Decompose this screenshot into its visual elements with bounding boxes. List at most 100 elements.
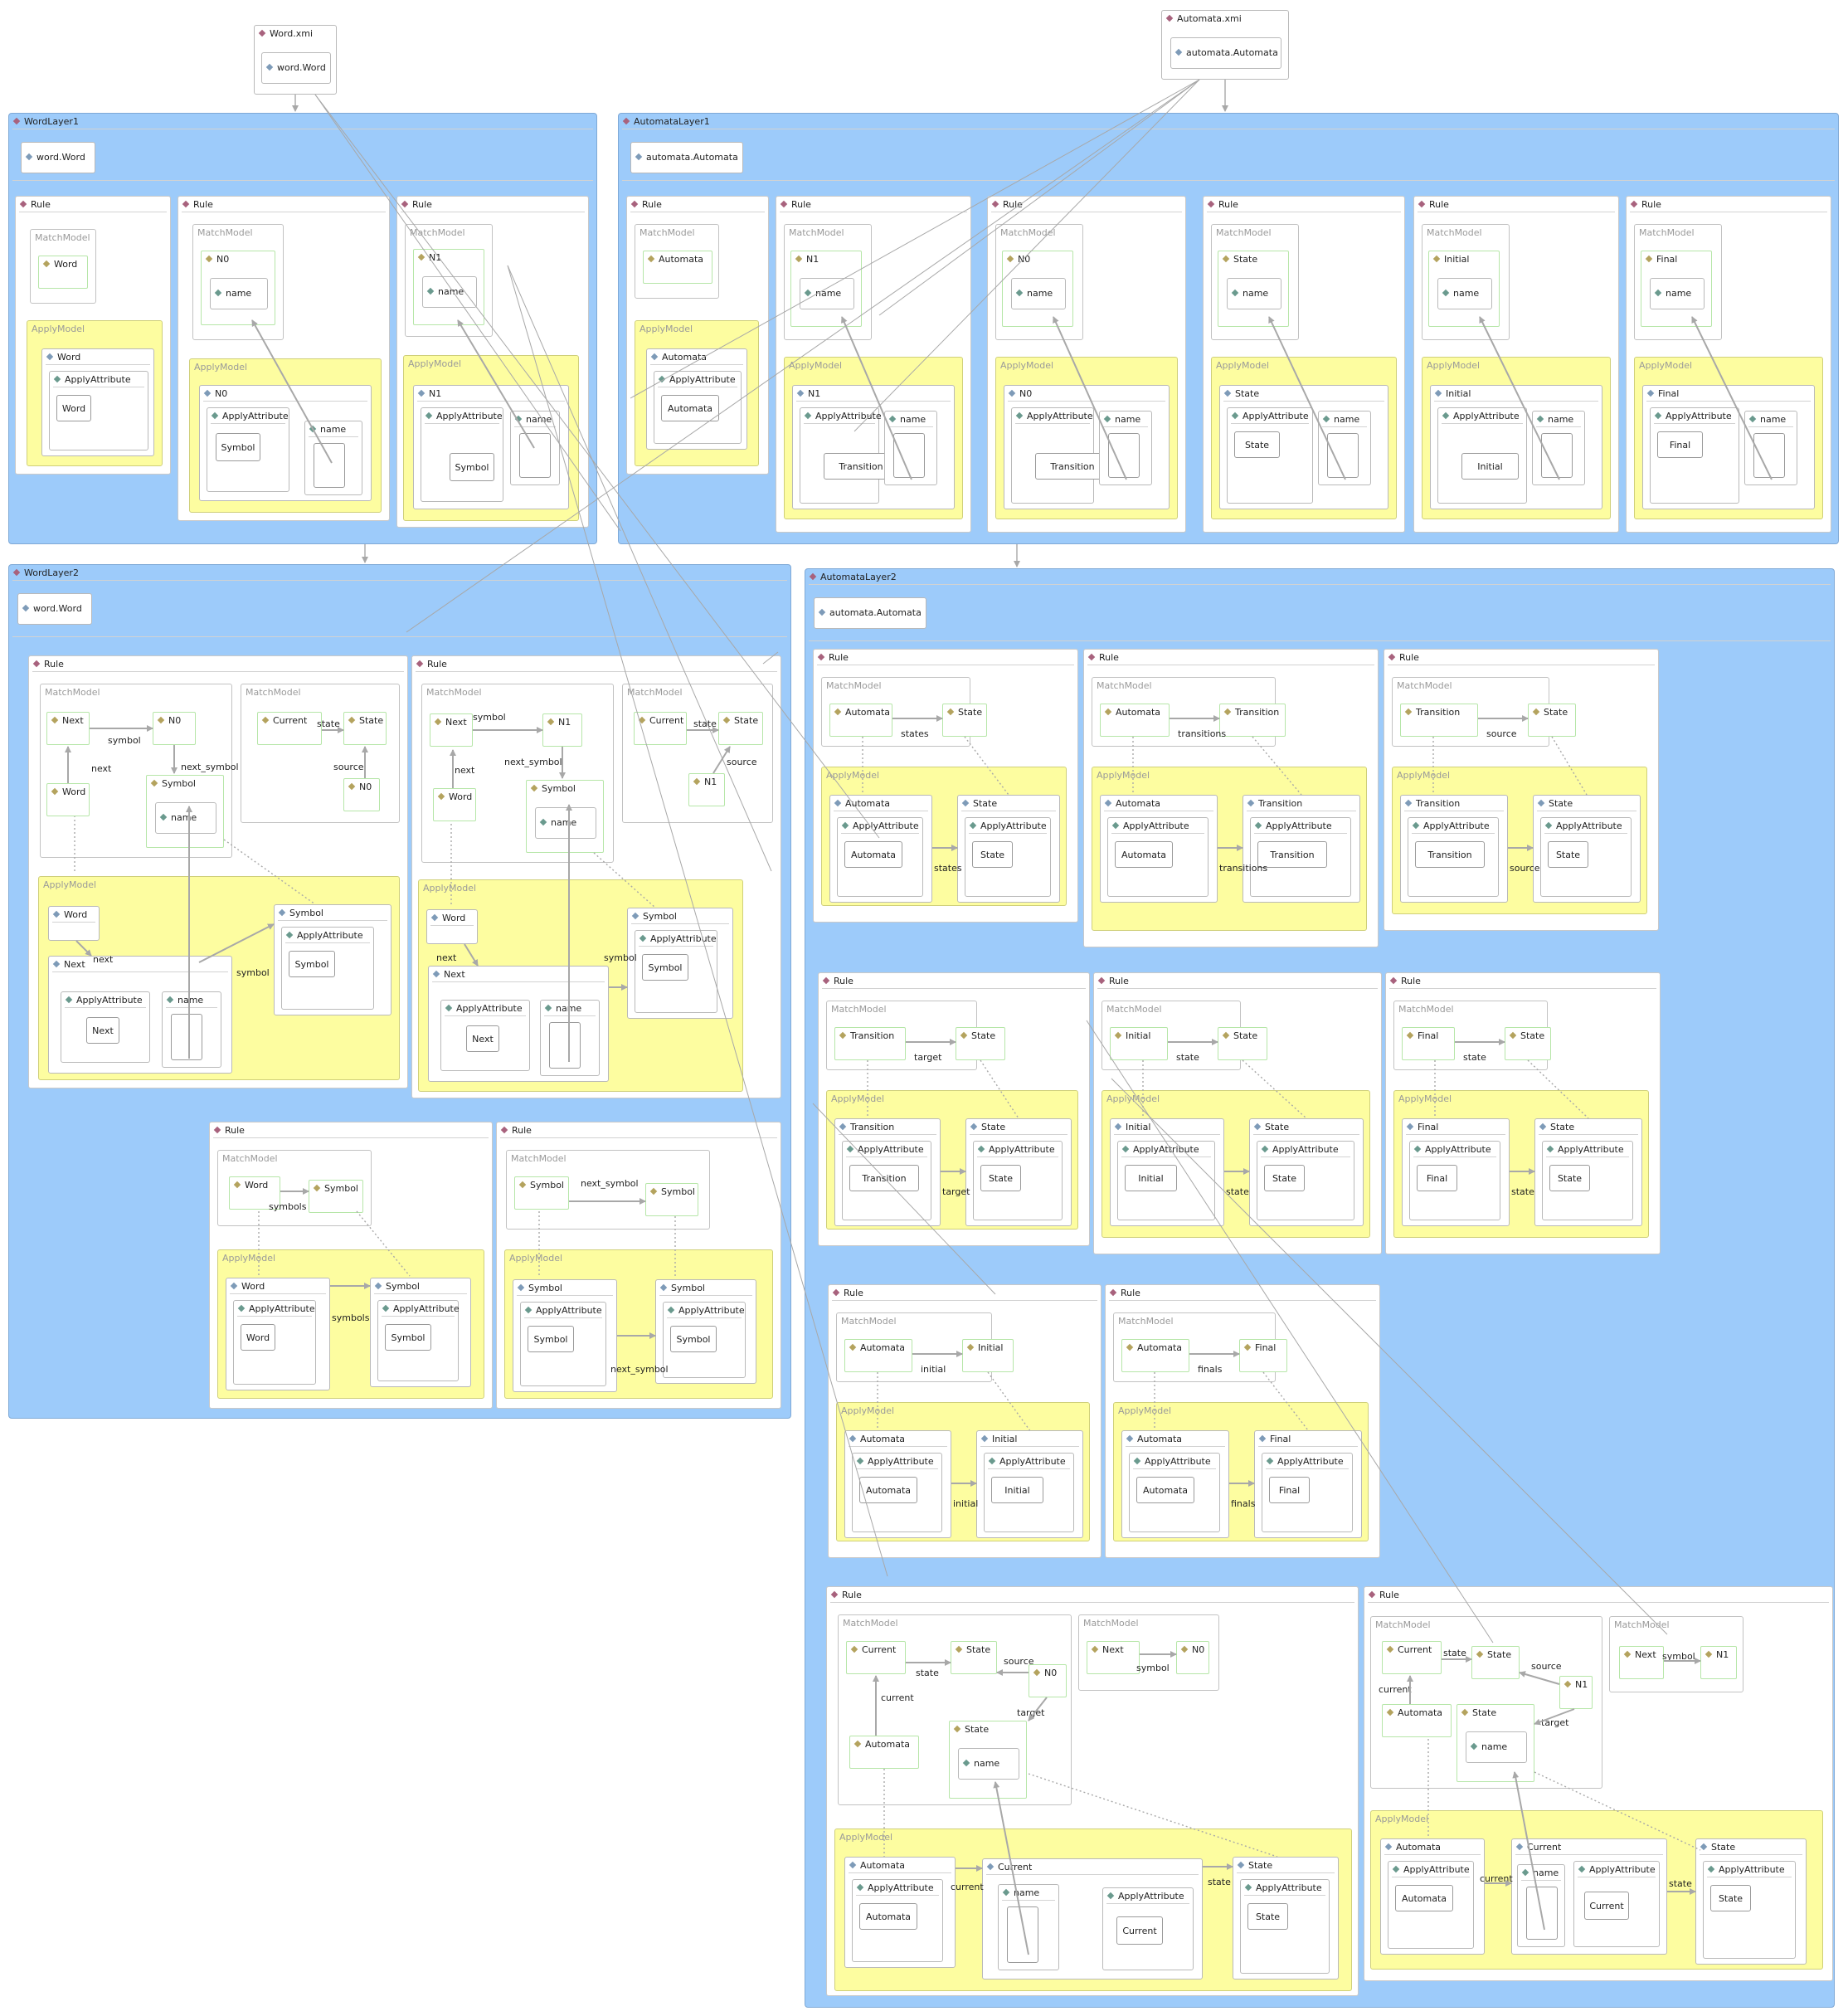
name-value-slot[interactable] <box>171 1014 202 1060</box>
match-node[interactable]: Current <box>257 712 322 745</box>
apply-attribute[interactable]: ApplyAttribute Transition <box>1011 407 1110 504</box>
apply-object[interactable]: State ApplyAttribute State name <box>1219 385 1388 509</box>
apply-attribute[interactable]: ApplyAttribute Final <box>1650 407 1739 504</box>
attribute-value[interactable]: Symbol <box>528 1326 574 1352</box>
attribute-value[interactable]: State <box>1548 841 1588 868</box>
match-node[interactable]: Transition <box>1219 704 1286 737</box>
attribute-value[interactable]: State <box>972 841 1013 868</box>
apply-attribute[interactable]: ApplyAttribute Transition <box>800 407 898 504</box>
name-attribute[interactable]: name <box>1318 411 1371 485</box>
apply-attribute[interactable]: ApplyAttribute Word <box>49 371 148 450</box>
match-node[interactable]: Symbol <box>309 1180 363 1213</box>
apply-object[interactable]: State ApplyAttribute State <box>1249 1118 1364 1226</box>
name-value-slot[interactable] <box>1526 1887 1558 1940</box>
name-feature[interactable]: name <box>1437 278 1492 309</box>
apply-object[interactable]: State ApplyAttribute State <box>1233 1857 1339 1979</box>
apply-attribute[interactable]: ApplyAttribute Symbol <box>663 1302 746 1378</box>
name-attribute[interactable]: name <box>162 991 221 1068</box>
match-node[interactable]: Final name <box>1641 251 1712 327</box>
match-node[interactable]: N0 <box>153 712 196 745</box>
match-node[interactable]: Transition <box>834 1027 906 1060</box>
word-model-box[interactable]: Word.xmi word.Word <box>254 25 337 95</box>
apply-attribute[interactable]: ApplyAttribute Final <box>1262 1453 1353 1532</box>
attribute-value[interactable]: Initial <box>991 1477 1043 1503</box>
apply-object[interactable]: N1 ApplyAttribute Transition name <box>792 385 955 509</box>
name-value-slot[interactable] <box>549 1022 581 1069</box>
attribute-value[interactable]: Next <box>466 1025 499 1052</box>
apply-attribute[interactable]: ApplyAttribute State <box>1227 407 1313 504</box>
match-node[interactable]: State <box>951 1641 997 1674</box>
apply-attribute[interactable]: ApplyAttribute Next <box>440 1000 530 1071</box>
match-node[interactable]: N0 <box>1029 1664 1067 1697</box>
apply-object[interactable]: Automata ApplyAttribute Automata <box>829 795 932 903</box>
apply-object[interactable]: Next ApplyAttribute Next name <box>48 956 232 1074</box>
apply-object[interactable]: Automata ApplyAttribute Automata <box>844 1857 956 1968</box>
apply-object[interactable]: Symbol ApplyAttribute Symbol <box>513 1279 617 1392</box>
match-node[interactable]: Next <box>46 712 90 745</box>
match-node[interactable]: Initial <box>962 1339 1014 1372</box>
apply-attribute[interactable]: ApplyAttribute Symbol <box>421 407 503 502</box>
apply-object[interactable]: Automata ApplyAttribute Automata <box>1121 1430 1229 1538</box>
match-node[interactable]: N0 <box>1176 1641 1209 1674</box>
name-value-slot[interactable] <box>1007 1906 1038 1963</box>
apply-attribute[interactable]: ApplyAttribute State <box>1257 1141 1354 1220</box>
attribute-value[interactable]: Symbol <box>289 951 335 977</box>
name-feature[interactable]: name <box>422 276 477 308</box>
apply-attribute[interactable]: ApplyAttribute Current <box>1102 1887 1194 1970</box>
name-value-slot[interactable] <box>1108 433 1140 478</box>
apply-attribute[interactable]: ApplyAttribute State <box>1542 1141 1633 1220</box>
match-node[interactable]: Automata <box>643 251 712 284</box>
name-attribute[interactable]: name <box>304 421 362 495</box>
apply-object[interactable]: N1 ApplyAttribute Symbol name <box>413 385 569 509</box>
match-node[interactable]: Symbol <box>514 1176 569 1210</box>
apply-object[interactable]: State ApplyAttribute State <box>1533 795 1641 903</box>
name-value-slot[interactable] <box>1541 433 1573 478</box>
match-node[interactable]: Initial <box>1110 1027 1168 1060</box>
apply-object[interactable]: Symbol ApplyAttribute Symbol <box>370 1278 471 1387</box>
attribute-value[interactable]: Word <box>241 1324 275 1351</box>
match-node[interactable]: N0 name <box>1002 251 1073 327</box>
apply-attribute[interactable]: ApplyAttribute Automata <box>1129 1453 1220 1532</box>
match-node[interactable]: N1 name <box>413 249 484 325</box>
attribute-value[interactable]: State <box>980 1165 1021 1191</box>
match-node[interactable]: Automata <box>1382 1704 1452 1737</box>
match-node[interactable]: Symbol <box>645 1183 698 1216</box>
apply-attribute[interactable]: ApplyAttribute State <box>1540 817 1632 897</box>
apply-object[interactable]: Transition ApplyAttribute Transition <box>834 1118 941 1226</box>
name-feature[interactable]: name <box>210 278 268 309</box>
name-feature[interactable]: name <box>800 278 854 309</box>
apply-object[interactable]: Symbol ApplyAttribute Symbol <box>274 904 391 1015</box>
match-node[interactable]: N0 <box>343 778 380 811</box>
apply-object[interactable]: Automata ApplyAttribute Automata <box>844 1430 951 1538</box>
attribute-value[interactable]: Word <box>56 395 91 421</box>
apply-attribute[interactable]: ApplyAttribute Transition <box>1250 817 1351 897</box>
name-value-slot[interactable] <box>1327 433 1359 478</box>
match-node[interactable]: Next <box>1619 1646 1664 1679</box>
automata-root-object[interactable]: automata.Automata <box>1170 37 1281 69</box>
match-node[interactable]: N1 <box>688 773 725 806</box>
layer-model-object[interactable]: word.Word <box>21 142 95 173</box>
name-attribute[interactable]: name <box>1517 1864 1565 1947</box>
name-value-slot[interactable] <box>519 433 551 478</box>
attribute-value[interactable]: Automata <box>1395 1885 1453 1911</box>
match-node[interactable]: Initial name <box>1428 251 1500 327</box>
match-node[interactable]: State <box>718 712 763 745</box>
match-node[interactable]: Word <box>46 783 90 816</box>
name-value-slot[interactable] <box>893 433 925 478</box>
apply-attribute[interactable]: ApplyAttribute Automata <box>1388 1861 1474 1949</box>
apply-attribute[interactable]: ApplyAttribute Next <box>61 991 150 1063</box>
name-attribute[interactable]: name <box>884 411 937 485</box>
match-node[interactable]: Automata <box>1100 704 1170 737</box>
match-node[interactable]: Transition <box>1400 704 1478 737</box>
match-node[interactable]: N1 name <box>790 251 862 327</box>
apply-object[interactable]: Initial ApplyAttribute Initial <box>1110 1118 1224 1226</box>
attribute-value[interactable]: Transition <box>1415 841 1485 868</box>
apply-attribute[interactable]: ApplyAttribute State <box>1240 1879 1330 1974</box>
apply-attribute[interactable]: ApplyAttribute Symbol <box>377 1300 460 1381</box>
apply-attribute[interactable]: ApplyAttribute Automata <box>852 1453 942 1532</box>
attribute-value[interactable]: Initial <box>1125 1165 1177 1191</box>
match-node[interactable]: State <box>1528 704 1576 737</box>
apply-attribute[interactable]: ApplyAttribute Final <box>1409 1141 1500 1220</box>
apply-attribute[interactable]: ApplyAttribute Automata <box>837 817 923 897</box>
attribute-value[interactable]: Final <box>1269 1477 1310 1503</box>
